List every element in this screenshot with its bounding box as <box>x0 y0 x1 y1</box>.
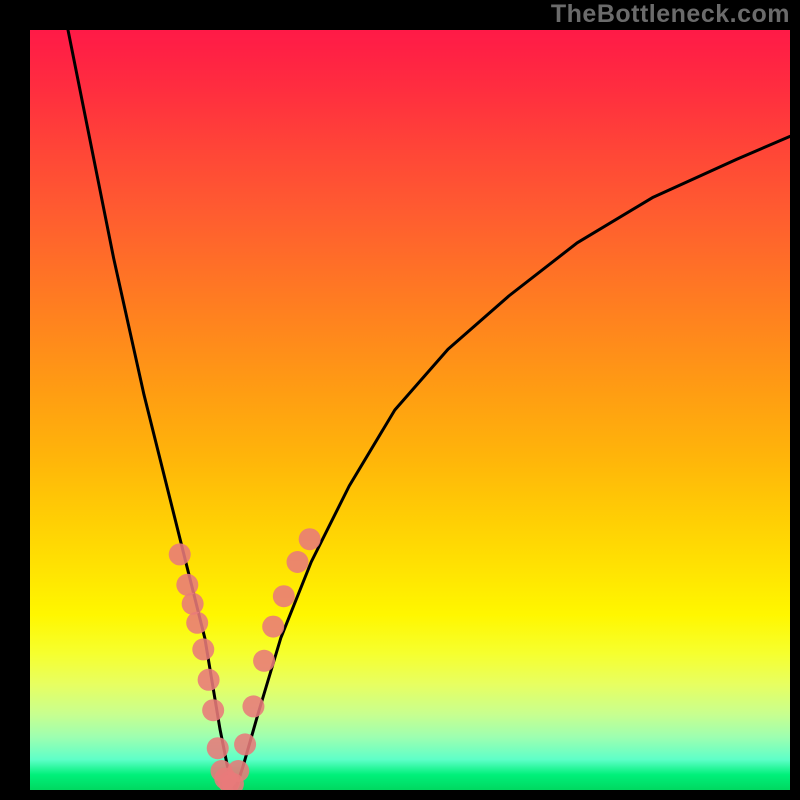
scatter-dot <box>192 638 214 660</box>
scatter-dot <box>287 551 309 573</box>
chart-curve <box>68 30 790 790</box>
scatter-dot <box>169 543 191 565</box>
chart-plot-area <box>30 30 790 790</box>
chart-scatter <box>169 528 321 790</box>
scatter-dot <box>186 612 208 634</box>
scatter-dot <box>253 650 275 672</box>
scatter-dot <box>202 699 224 721</box>
scatter-dot <box>299 528 321 550</box>
scatter-dot <box>262 616 284 638</box>
scatter-dot <box>227 760 249 782</box>
scatter-dot <box>207 737 229 759</box>
watermark-text: TheBottleneck.com <box>551 0 790 29</box>
scatter-dot <box>273 585 295 607</box>
scatter-dot <box>176 574 198 596</box>
chart-frame: TheBottleneck.com <box>0 0 800 800</box>
scatter-dot <box>182 593 204 615</box>
scatter-dot <box>234 733 256 755</box>
chart-svg <box>30 30 790 790</box>
scatter-dot <box>198 669 220 691</box>
scatter-dot <box>242 695 264 717</box>
